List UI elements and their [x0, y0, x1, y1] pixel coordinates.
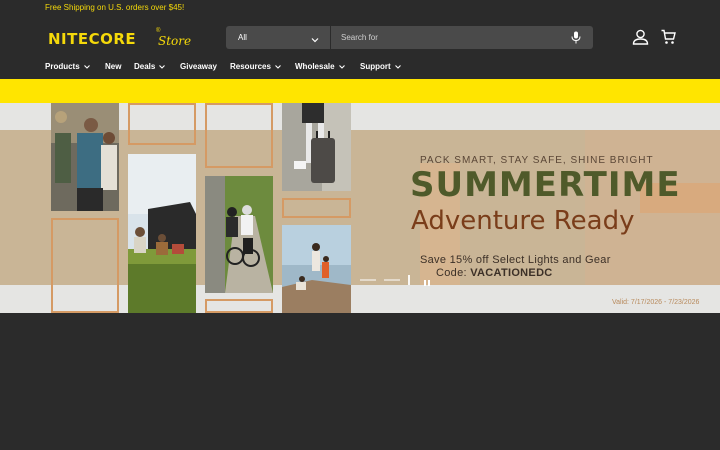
- hero-photo-friends: [51, 103, 119, 211]
- hero-photo-frame: [128, 103, 196, 145]
- pause-icon[interactable]: [422, 275, 432, 293]
- announcement-strip: [0, 79, 720, 103]
- hero-photo-luggage: [282, 103, 351, 191]
- nav-item-label: Wholesale: [295, 62, 335, 71]
- logo-brand: NITECORE: [48, 30, 137, 48]
- store-logo[interactable]: NITECORE ® Store: [48, 28, 198, 52]
- nav-item-label: Giveaway: [180, 62, 217, 71]
- search-category-value: All: [238, 33, 247, 42]
- hero-photo-car-picnic: [128, 154, 196, 313]
- hero-photo-frame: [205, 299, 273, 313]
- nav-item-products[interactable]: Products: [45, 62, 91, 71]
- nav-item-support[interactable]: Support: [360, 62, 402, 71]
- hero-banner[interactable]: PACK SMART, STAY SAFE, SHINE BRIGHT SUMM…: [0, 103, 720, 313]
- microphone-icon[interactable]: [571, 31, 581, 49]
- hero-subheadline: Adventure Ready: [411, 206, 635, 236]
- slide-dot[interactable]: [360, 279, 376, 281]
- logo-store: Store: [158, 34, 192, 48]
- hero-offer: Save 15% off Select Lights and Gear: [420, 254, 611, 266]
- hero-photo-cyclists: [205, 176, 273, 293]
- search-category-select[interactable]: All: [226, 26, 331, 49]
- hero-photo-family-lake: [282, 225, 351, 313]
- search-bar: All: [226, 26, 593, 49]
- search-input[interactable]: [332, 26, 552, 49]
- hero-photo-frame: [51, 218, 119, 313]
- hero-photo-frame: [205, 103, 273, 168]
- nav-item-label: Resources: [230, 62, 271, 71]
- user-icon[interactable]: [632, 29, 649, 50]
- cart-icon[interactable]: [661, 29, 676, 50]
- nav-item-wholesale[interactable]: Wholesale: [295, 62, 346, 71]
- hero-photo-frame: [282, 198, 351, 218]
- hero-promo-code: Code: VACATIONEDC: [436, 267, 553, 279]
- promo-bar: Free Shipping on U.S. orders over $45!: [0, 0, 720, 16]
- chevron-down-icon: [394, 65, 401, 69]
- hero-code-value: VACATIONEDC: [470, 267, 553, 279]
- nav-item-label: Deals: [134, 62, 156, 71]
- slide-dot-active[interactable]: [408, 275, 410, 285]
- nav-item-label: New: [105, 62, 122, 71]
- chevron-down-icon: [159, 65, 166, 69]
- nav-item-label: Products: [45, 62, 80, 71]
- nav-item-giveaway[interactable]: Giveaway: [180, 62, 217, 71]
- nav-item-label: Support: [360, 62, 391, 71]
- nav-item-resources[interactable]: Resources: [230, 62, 282, 71]
- slide-dot[interactable]: [384, 279, 400, 281]
- hero-valid-dates: Valid: 7/17/2026 - 7/23/2026: [612, 299, 700, 306]
- hero-headline: SUMMERTIME: [410, 165, 681, 205]
- chevron-down-icon: [338, 65, 345, 69]
- nav-item-new[interactable]: New: [105, 62, 121, 71]
- chevron-down-icon: [83, 65, 90, 69]
- chevron-down-icon: [275, 65, 281, 69]
- hero-code-label: Code:: [436, 267, 467, 279]
- promo-text: Free Shipping on U.S. orders over $45!: [45, 3, 185, 12]
- chevron-down-icon: [310, 32, 320, 50]
- nav-item-deals[interactable]: Deals: [134, 62, 166, 71]
